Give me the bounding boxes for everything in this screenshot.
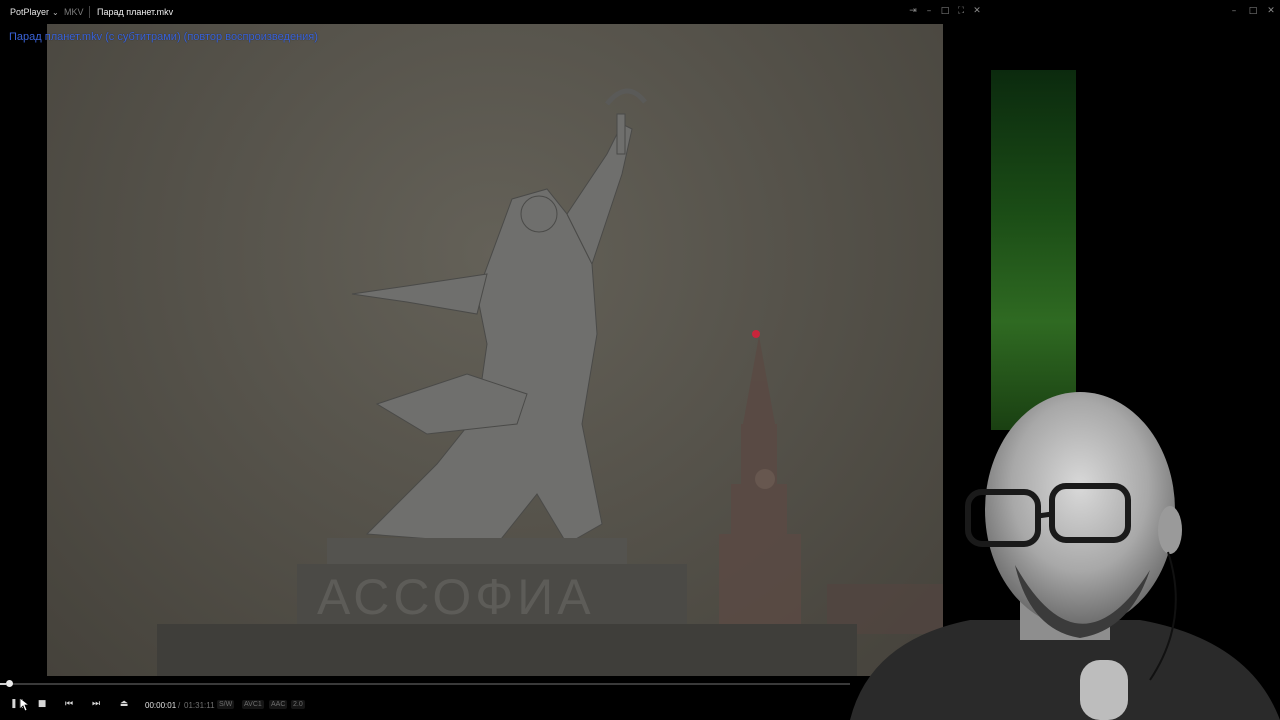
eject-icon[interactable]: ⏏ xyxy=(117,697,131,711)
app-menu-button[interactable]: PotPlayer ⌄ xyxy=(10,6,59,19)
kremlin-tower xyxy=(719,336,801,624)
window-minimize-icon[interactable]: – xyxy=(1227,4,1241,18)
seek-bar-handle[interactable] xyxy=(6,680,13,687)
mouse-cursor-icon xyxy=(20,698,30,712)
seek-bar[interactable] xyxy=(0,680,850,687)
video-scene: АССОФИА xyxy=(157,88,943,676)
close-icon[interactable]: ✕ xyxy=(970,4,984,18)
background-overlay xyxy=(991,70,1076,430)
minimize-icon[interactable]: – xyxy=(922,4,936,18)
divider xyxy=(89,6,90,18)
tag-audio-codec[interactable]: AAC xyxy=(269,700,288,709)
tag-renderer[interactable]: S/W xyxy=(217,700,235,709)
total-time: 01:31:11 xyxy=(184,701,215,710)
stop-icon[interactable]: ■ xyxy=(35,697,49,711)
pedestal-inscription: АССОФИА xyxy=(317,569,595,625)
pin-icon[interactable]: ⇥ xyxy=(906,4,920,18)
maximize-icon[interactable]: □ xyxy=(938,4,952,18)
kremlin-star xyxy=(752,330,760,338)
app-name: PotPlayer xyxy=(10,7,50,17)
window-restore-icon[interactable]: □ xyxy=(1246,4,1260,18)
format-label: MKV xyxy=(64,7,84,17)
chevron-down-icon: ⌄ xyxy=(52,8,59,17)
title-bar: PotPlayer ⌄ MKV Парад планет.mkv ⇥ – □ ⛶ … xyxy=(0,0,1280,24)
statue xyxy=(351,88,647,545)
fullscreen-icon[interactable]: ⛶ xyxy=(954,4,968,18)
tag-video-codec[interactable]: AVC1 xyxy=(242,700,264,709)
file-name: Парад планет.mkv xyxy=(97,7,174,17)
previous-icon[interactable]: ⏮ xyxy=(62,697,76,711)
webcam-feed xyxy=(850,392,1280,720)
time-separator: / xyxy=(178,701,181,710)
current-time: 00:00:01 xyxy=(145,701,177,710)
video-frame[interactable]: АССОФИА xyxy=(47,24,943,676)
next-icon[interactable]: ⏭ xyxy=(89,697,103,711)
tag-audio-channels[interactable]: 2.0 xyxy=(291,700,305,709)
playback-controls: ❚❚ ■ ⏮ ⏭ ⏏ 00:00:01 / 01:31:11 S/W AVC1 … xyxy=(0,692,840,716)
window-close-icon[interactable]: ✕ xyxy=(1264,4,1278,18)
osd-message: Парад планет.mkv (с субтитрами) (повтор … xyxy=(9,31,318,43)
